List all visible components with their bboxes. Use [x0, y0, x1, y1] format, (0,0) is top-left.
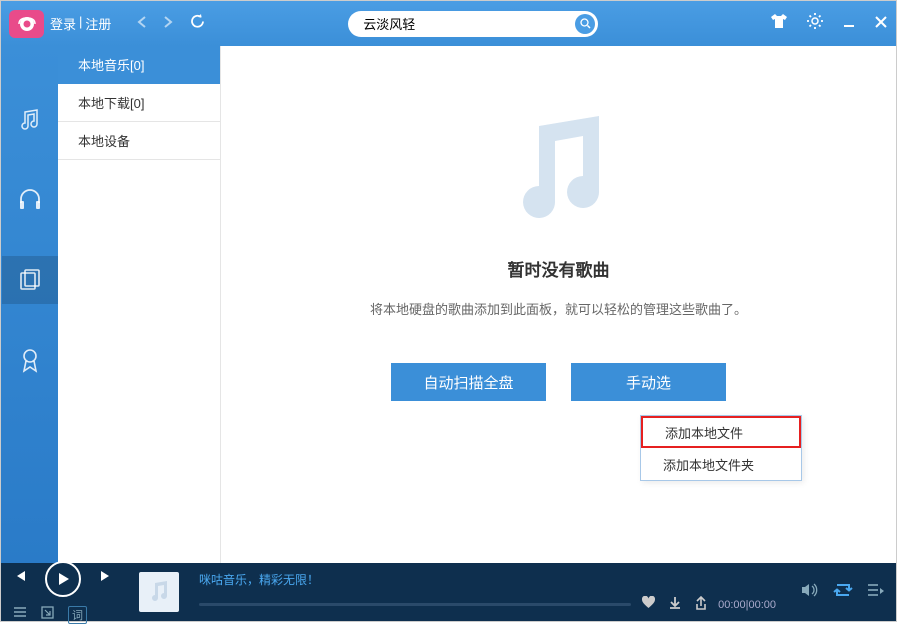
header: 登录 | 注册 [1, 1, 896, 46]
dropdown-add-file[interactable]: 添加本地文件 [641, 416, 801, 448]
nav-forward-icon[interactable] [163, 15, 173, 32]
add-file-dropdown: 添加本地文件 添加本地文件夹 [640, 415, 802, 481]
sub-nav: 本地音乐[0] 本地下载[0] 本地设备 [58, 46, 221, 563]
play-button[interactable] [45, 561, 81, 597]
app-logo[interactable] [9, 10, 44, 38]
playlist-icon[interactable] [13, 606, 27, 624]
gear-icon[interactable] [806, 12, 824, 35]
minimize-icon[interactable] [842, 14, 856, 34]
expand-icon[interactable] [41, 606, 54, 624]
next-track-icon[interactable] [99, 569, 113, 588]
prev-track-icon[interactable] [13, 569, 27, 588]
favorite-icon[interactable] [641, 596, 656, 614]
sidebar-library-icon[interactable] [2, 256, 58, 304]
close-icon[interactable] [874, 14, 888, 34]
search-input[interactable] [348, 11, 598, 37]
player-status-text: 咪咕音乐，精彩无限！ [199, 571, 776, 588]
refresh-icon[interactable] [189, 13, 206, 35]
nav-back-icon[interactable] [137, 15, 147, 32]
album-art[interactable] [139, 572, 179, 612]
sidebar-headphones-icon[interactable] [2, 176, 58, 224]
left-sidebar [1, 46, 58, 563]
register-link[interactable]: 注册 [85, 14, 111, 33]
sidebar-music-icon[interactable] [2, 96, 58, 144]
lyric-button[interactable]: 词 [68, 606, 87, 624]
time-display: 00:00|00:00 [718, 599, 776, 611]
empty-title: 暂时没有歌曲 [508, 256, 610, 281]
dropdown-add-folder[interactable]: 添加本地文件夹 [641, 448, 801, 480]
login-link[interactable]: 登录 [50, 14, 76, 33]
subnav-local-download[interactable]: 本地下载[0] [58, 84, 220, 122]
shirt-icon[interactable] [770, 13, 788, 34]
player-bar: 词 咪咕音乐，精彩无限！ [1, 563, 896, 621]
subnav-local-device[interactable]: 本地设备 [58, 122, 220, 160]
search-button[interactable] [575, 14, 595, 34]
share-icon[interactable] [694, 596, 708, 614]
queue-icon[interactable] [867, 583, 884, 602]
music-note-placeholder-icon [494, 106, 624, 236]
volume-icon[interactable] [801, 582, 819, 603]
progress-bar[interactable] [199, 603, 631, 606]
auto-scan-button[interactable]: 自动扫描全盘 [391, 363, 546, 401]
sidebar-badge-icon[interactable] [2, 336, 58, 384]
download-icon[interactable] [668, 596, 682, 614]
main-content: 暂时没有歌曲 将本地硬盘的歌曲添加到此面板，就可以轻松的管理这些歌曲了。 自动扫… [221, 46, 896, 563]
empty-description: 将本地硬盘的歌曲添加到此面板，就可以轻松的管理这些歌曲了。 [370, 299, 747, 318]
manual-select-button[interactable]: 手动选 [571, 363, 726, 401]
subnav-local-music[interactable]: 本地音乐[0] [58, 46, 220, 84]
repeat-icon[interactable] [833, 582, 853, 603]
